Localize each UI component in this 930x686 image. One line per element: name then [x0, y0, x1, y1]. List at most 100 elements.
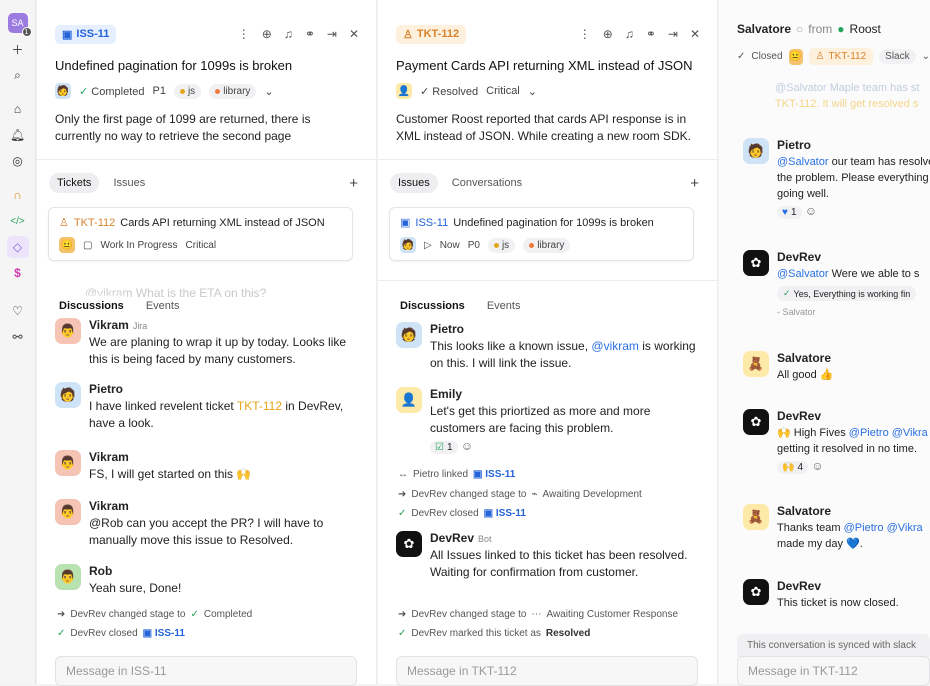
link-icon[interactable]: ⚭: [646, 27, 656, 41]
devrev-logo-icon[interactable]: ✿: [396, 531, 422, 557]
issue-id-pill[interactable]: ▣ ISS-11: [55, 24, 117, 44]
issue-link-id: ISS-11: [154, 628, 185, 639]
mention[interactable]: @Pietro @Vikra: [844, 522, 923, 534]
status-badge[interactable]: ✓ Resolved: [420, 85, 478, 98]
avatar[interactable]: 🧑: [55, 382, 81, 408]
status-badge[interactable]: ✓ Completed: [79, 85, 144, 98]
add-link-button[interactable]: +: [349, 175, 358, 192]
avatar[interactable]: 👤: [396, 387, 422, 413]
ticket-pill[interactable]: ♙ TKT-112: [808, 48, 874, 65]
tag-dot: [179, 88, 185, 94]
message-input[interactable]: Message in ISS-11: [55, 656, 357, 686]
issue-link[interactable]: ▣ ISS-11: [484, 508, 526, 519]
status-label[interactable]: Closed: [751, 51, 782, 62]
message-text: FS, I will get started on this 🙌: [89, 467, 252, 481]
ticket-id-pill[interactable]: ♙ TKT-112: [396, 24, 467, 44]
compass-icon[interactable]: ◎: [7, 150, 29, 172]
tab-tickets[interactable]: Tickets: [49, 173, 100, 193]
add-link-button[interactable]: +: [690, 175, 699, 192]
avatar[interactable]: 🧸: [743, 504, 769, 530]
close-icon[interactable]: ✕: [690, 27, 700, 41]
avatar[interactable]: 🧑: [396, 322, 422, 348]
avatar[interactable]: 🧑: [743, 138, 769, 164]
ticket-link[interactable]: TKT-112: [237, 399, 282, 413]
avatar[interactable]: 👨: [55, 564, 81, 590]
reaction[interactable]: 🙌 4: [777, 461, 809, 474]
avatar[interactable]: 👨: [55, 450, 81, 476]
plus-icon[interactable]: ＋: [7, 38, 29, 60]
devrev-logo-icon[interactable]: ✿: [743, 409, 769, 435]
faded-message: @Salvator Maple team has st TKT-112. It w…: [775, 80, 919, 112]
message-input[interactable]: Message in TKT-112: [396, 656, 698, 686]
link-icon[interactable]: ⚭: [305, 27, 315, 41]
linked-issue-card[interactable]: ▣ ISS-11 Undefined pagination for 1099s is…: [389, 207, 694, 261]
issue-link-id: ISS-11: [495, 508, 526, 519]
chevron-down-icon[interactable]: ⌄: [922, 51, 930, 62]
discussion-tabs: Discussions Events: [392, 296, 699, 316]
issue-link[interactable]: ▣ ISS-11: [143, 628, 185, 639]
text-part: I have linked revelent ticket: [89, 399, 237, 413]
mention[interactable]: @Salvator: [777, 268, 829, 280]
reaction[interactable]: ☑ 1: [430, 441, 458, 454]
avatar[interactable]: 👨: [55, 318, 81, 344]
workspace-avatar[interactable]: SA 1: [7, 12, 32, 37]
issue-link[interactable]: ▣ ISS-11: [473, 469, 515, 480]
source-tag[interactable]: Slack: [879, 49, 916, 64]
share-icon[interactable]: ⚯: [7, 326, 29, 348]
diamond-icon[interactable]: ◇: [6, 236, 29, 258]
check-icon: ✓: [79, 85, 89, 98]
status-label: Resolved: [432, 85, 479, 98]
add-reaction-icon[interactable]: ☺: [461, 439, 473, 453]
linked-ticket-card[interactable]: ♙ TKT-112 Cards API returning XML instead …: [48, 207, 353, 261]
more-icon[interactable]: ⋮: [579, 27, 591, 41]
mention[interactable]: @Salvator: [777, 156, 829, 168]
bell-icon[interactable]: ♫: [284, 27, 293, 41]
tab-discussions[interactable]: Discussions: [392, 296, 473, 316]
tab-conversations[interactable]: Conversations: [444, 173, 530, 193]
more-icon[interactable]: ⋮: [238, 27, 250, 41]
message-text: 🙌 High Fives @Pietro @Vikra getting it re…: [777, 425, 928, 457]
tab-issues[interactable]: Issues: [105, 173, 153, 193]
bell-icon[interactable]: 🔔︎: [7, 124, 29, 146]
tab-events[interactable]: Events: [479, 296, 529, 316]
priority-label[interactable]: P1: [152, 85, 165, 97]
issue-panel: ▣ ISS-11 ⋮ ⊕ ♫ ⚭ ⇥ ✕ Undefined pagination for …: [37, 0, 377, 686]
close-icon[interactable]: ✕: [349, 27, 359, 41]
tab-events[interactable]: Events: [138, 296, 188, 316]
bell-icon[interactable]: ♫: [625, 27, 634, 41]
card-stage: Now: [439, 239, 460, 251]
mention[interactable]: @Pietro @Vikra: [849, 427, 928, 439]
code-icon[interactable]: </>: [7, 210, 29, 232]
headset-icon[interactable]: ∩: [7, 184, 29, 206]
expand-icon[interactable]: ⇥: [327, 27, 337, 41]
expand-icon[interactable]: ⇥: [668, 27, 678, 41]
ticket-icon: ♙: [403, 28, 413, 41]
chevron-down-icon[interactable]: ⌄: [264, 85, 273, 98]
mention[interactable]: @vikram: [591, 339, 639, 353]
owner-avatar[interactable]: 😐: [788, 48, 803, 65]
tag-js[interactable]: js: [173, 83, 202, 99]
tab-issues[interactable]: Issues: [390, 173, 438, 193]
add-reaction-icon[interactable]: ☺: [805, 204, 817, 218]
chevron-down-icon[interactable]: ⌄: [528, 85, 537, 98]
reaction[interactable]: ♥ 1: [777, 206, 802, 219]
owner-avatar[interactable]: 🧑: [55, 83, 71, 99]
add-icon[interactable]: ⊕: [603, 27, 613, 41]
card-id: TKT-112: [73, 216, 116, 229]
message: 🧑 Pietro @Salvator our team has resolved t…: [743, 138, 930, 219]
search-icon[interactable]: ⌕: [7, 64, 29, 86]
message-input[interactable]: Message in TKT-112: [737, 656, 930, 686]
devrev-logo-icon[interactable]: ✿: [743, 579, 769, 605]
add-icon[interactable]: ⊕: [262, 27, 272, 41]
avatar[interactable]: 👨: [55, 499, 81, 525]
tag-library[interactable]: library: [209, 83, 257, 99]
heart-icon[interactable]: ♡: [7, 300, 29, 322]
owner-avatar[interactable]: 👤: [396, 83, 412, 99]
devrev-logo-icon[interactable]: ✿: [743, 250, 769, 276]
severity-label[interactable]: Critical: [486, 85, 520, 97]
tab-discussions[interactable]: Discussions: [51, 296, 132, 316]
home-icon[interactable]: ⌂: [7, 98, 29, 120]
add-reaction-icon[interactable]: ☺: [811, 459, 823, 473]
avatar[interactable]: 🧸: [743, 351, 769, 377]
dollar-icon[interactable]: $: [7, 262, 29, 284]
